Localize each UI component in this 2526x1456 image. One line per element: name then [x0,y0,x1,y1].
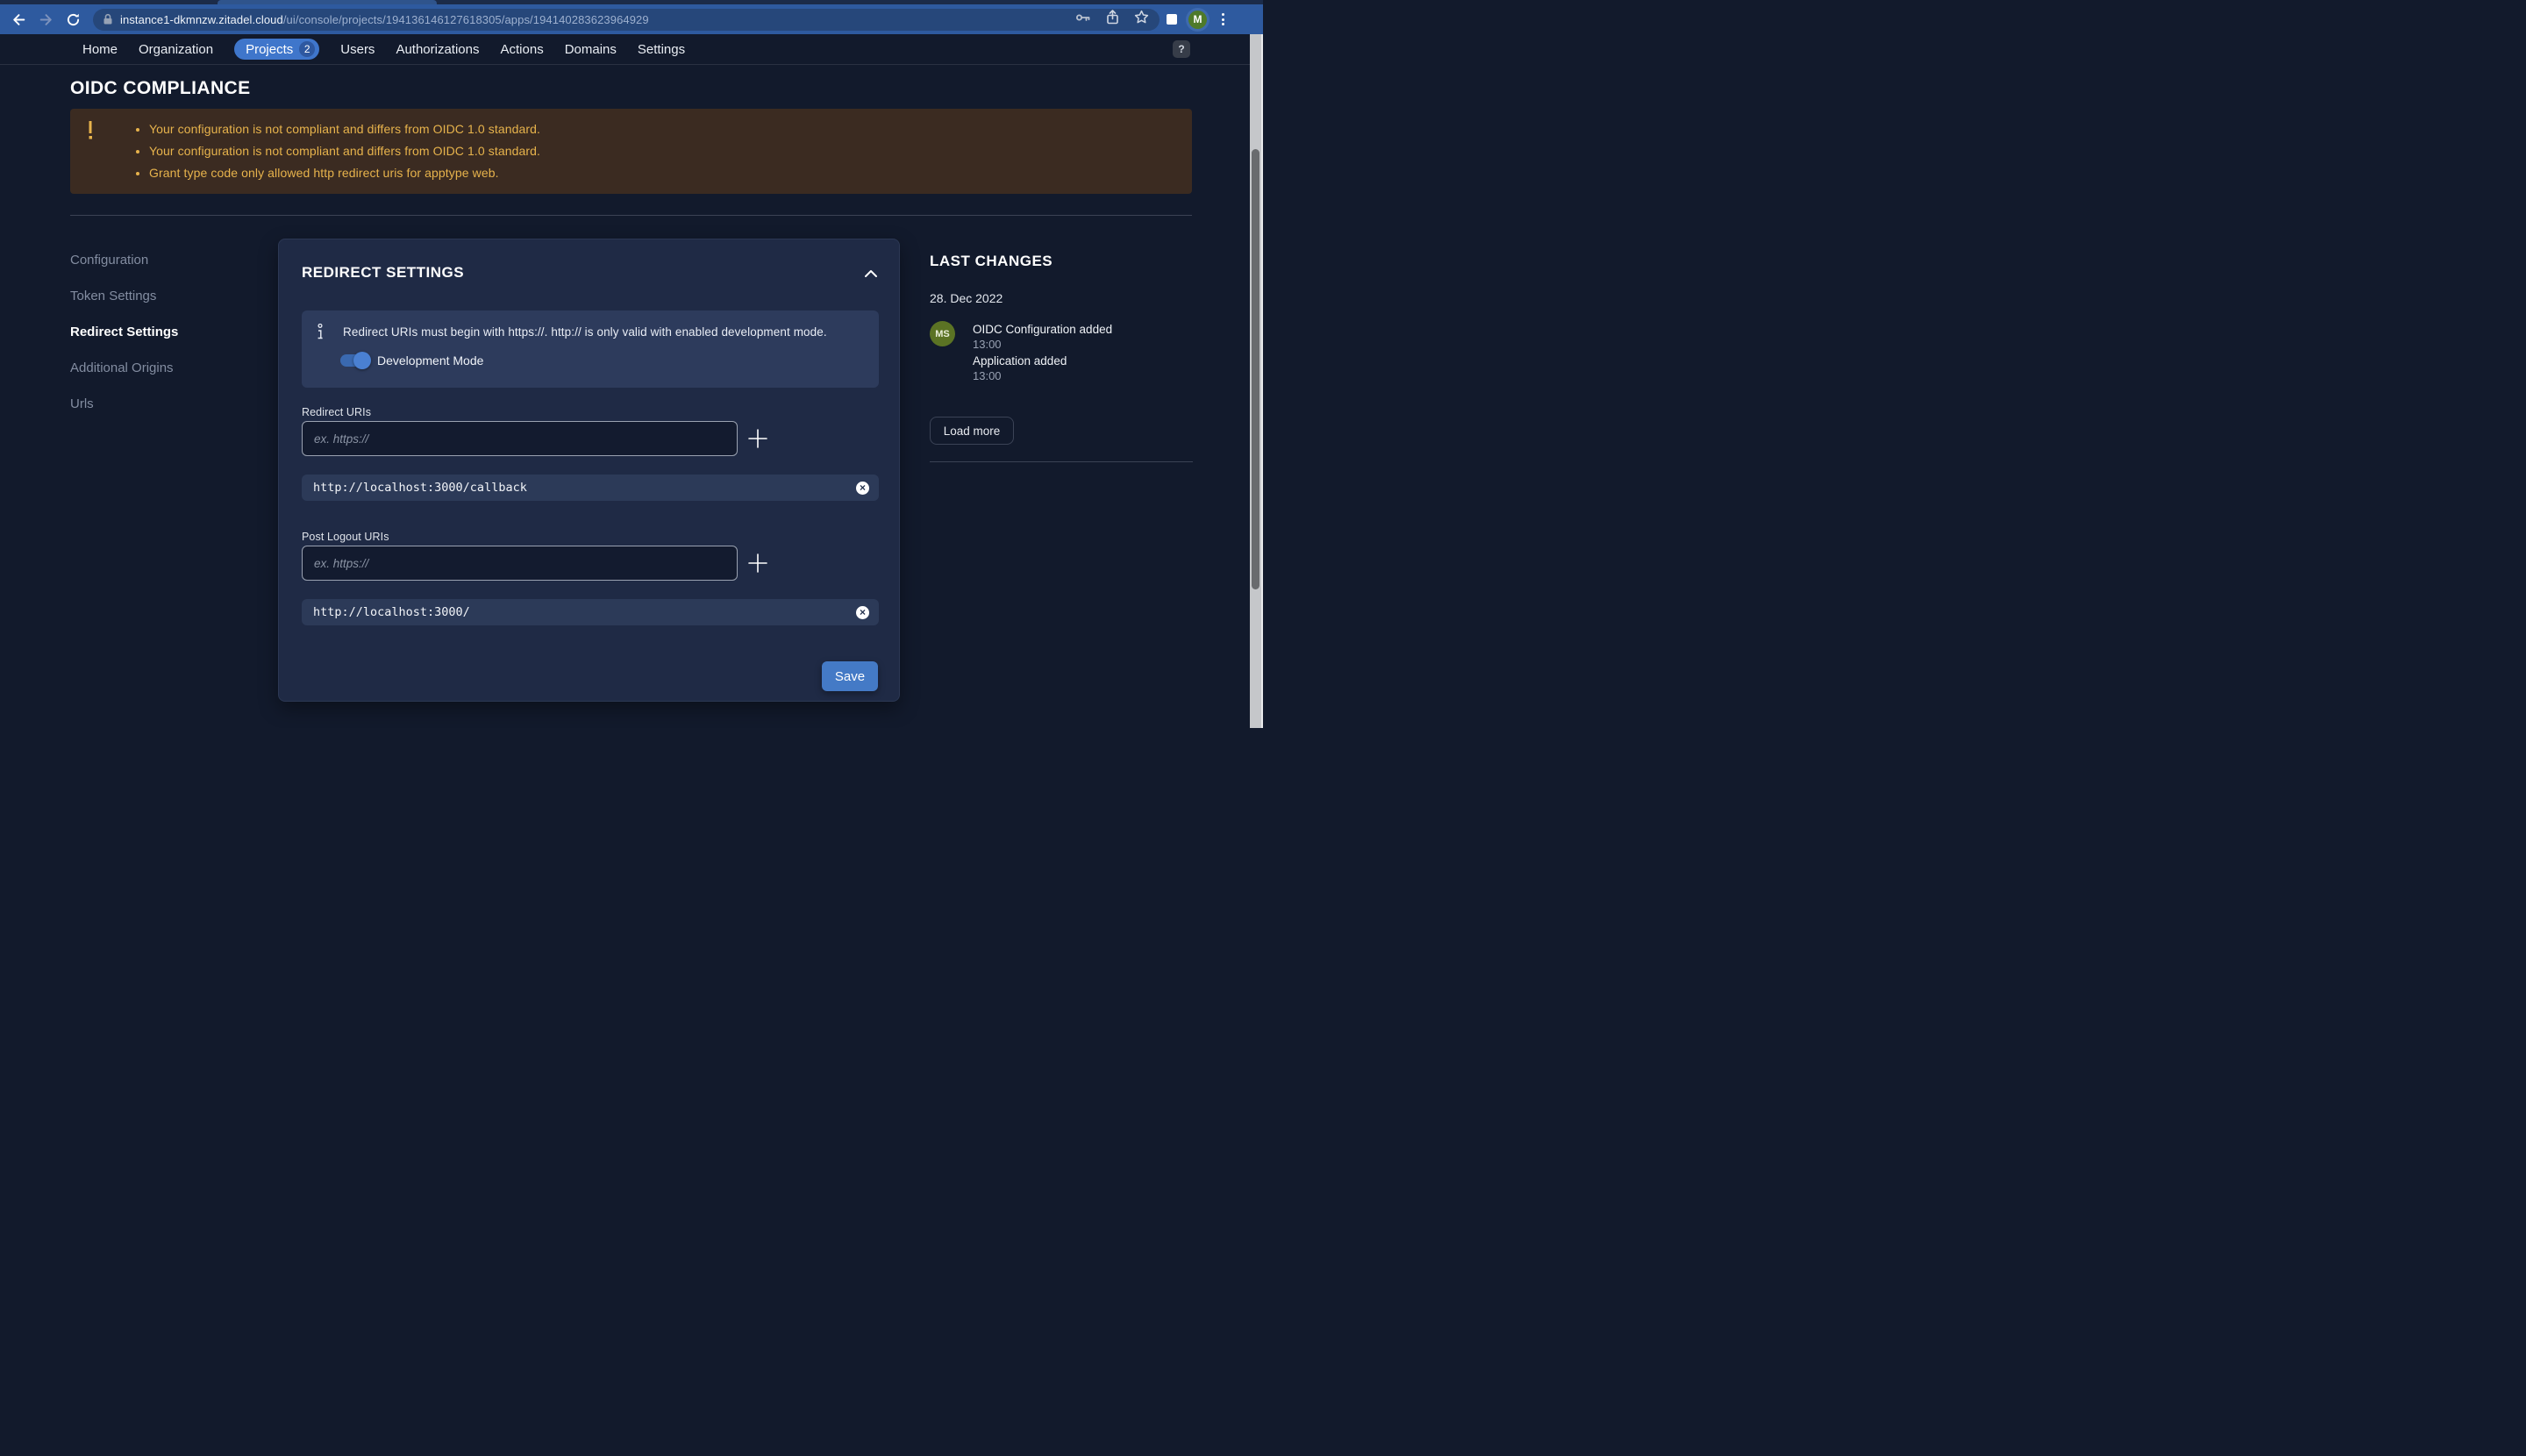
nav-item-settings[interactable]: Settings [638,42,685,57]
sidebar-item-additional-origins[interactable]: Additional Origins [70,360,174,375]
last-changes-date: 28. Dec 2022 [930,291,1003,305]
development-mode-label: Development Mode [377,353,484,368]
change-entry-title: OIDC Configuration added [973,323,1113,336]
sidebar-item-urls[interactable]: Urls [70,396,94,411]
avatar: MS [930,321,955,346]
warning-list: Your configuration is not compliant and … [149,118,540,184]
lock-icon [103,13,113,25]
back-icon[interactable] [11,12,26,27]
help-button[interactable]: ? [1173,40,1190,58]
remove-icon[interactable]: × [856,481,869,495]
menu-dots-icon[interactable] [1222,13,1224,25]
forward-icon[interactable] [39,12,54,27]
change-entry-time: 13:00 [973,338,1002,351]
side-panel-icon[interactable] [1167,14,1177,25]
compliance-warning-box: Your configuration is not compliant and … [70,109,1192,194]
app-nav: Home Organization Projects 2 Users Autho… [0,34,1263,65]
nav-item-domains[interactable]: Domains [565,42,617,57]
redirect-uri-value: http://localhost:3000/callback [313,481,527,495]
nav-item-authorizations[interactable]: Authorizations [396,42,479,57]
save-button[interactable]: Save [822,661,878,691]
dev-mode-info-box: Redirect URIs must begin with https://. … [302,310,879,388]
warning-item: Your configuration is not compliant and … [149,140,540,162]
chevron-up-icon[interactable] [864,267,878,282]
change-entry-title: Application added [973,354,1067,368]
url-bar[interactable]: instance1-dkmnzw.zitadel.cloud/ui/consol… [93,8,1160,31]
redirect-uri-input[interactable] [302,421,738,456]
key-icon[interactable] [1075,11,1091,28]
toggle-thumb [353,352,371,369]
sidebar-item-configuration[interactable]: Configuration [70,253,148,268]
scrollbar-edge [1261,34,1263,728]
load-more-button[interactable]: Load more [930,417,1014,445]
sidebar-item-token-settings[interactable]: Token Settings [70,289,156,303]
warning-item: Grant type code only allowed http redire… [149,162,540,184]
redirect-uri-chip: http://localhost:3000/callback × [302,475,879,501]
card-title: REDIRECT SETTINGS [302,264,465,281]
url-path: /ui/console/projects/194136146127618305/… [282,12,649,26]
share-icon[interactable] [1106,10,1119,29]
page-title: OIDC COMPLIANCE [70,78,251,98]
redirect-settings-card: REDIRECT SETTINGS Redirect URIs must beg… [278,239,900,702]
post-logout-uri-input[interactable] [302,546,738,581]
redirect-uris-label: Redirect URIs [302,406,372,418]
development-mode-toggle[interactable] [340,352,371,369]
add-redirect-uri-button[interactable] [747,428,768,449]
info-text: Redirect URIs must begin with https://. … [343,325,827,339]
warning-icon [85,120,96,141]
nav-item-home[interactable]: Home [82,42,118,57]
post-logout-uri-value: http://localhost:3000/ [313,605,470,619]
info-icon [317,323,324,346]
url-text: instance1-dkmnzw.zitadel.cloud/ui/consol… [120,13,649,26]
remove-icon[interactable]: × [856,605,869,619]
reload-icon[interactable] [66,12,81,27]
sidebar-item-redirect-settings[interactable]: Redirect Settings [70,325,178,339]
add-post-logout-uri-button[interactable] [747,553,768,574]
nav-item-organization[interactable]: Organization [139,42,213,57]
screen: instance1-dkmnzw.zitadel.cloud/ui/consol… [0,0,1263,728]
warning-item: Your configuration is not compliant and … [149,118,540,140]
url-domain: instance1-dkmnzw.zitadel.cloud [120,12,283,26]
divider [70,215,1192,216]
last-changes-title: LAST CHANGES [930,253,1053,269]
star-icon[interactable] [1134,10,1149,29]
projects-count-badge: 2 [299,41,316,57]
scrollbar-thumb[interactable] [1252,149,1259,589]
nav-item-users[interactable]: Users [340,42,375,57]
nav-item-actions[interactable]: Actions [501,42,544,57]
post-logout-uris-label: Post Logout URIs [302,531,389,543]
change-entry-time: 13:00 [973,369,1002,382]
divider [930,461,1193,462]
post-logout-uri-chip: http://localhost:3000/ × [302,599,879,625]
browser-toolbar: instance1-dkmnzw.zitadel.cloud/ui/consol… [0,4,1263,34]
nav-item-projects[interactable]: Projects 2 [234,39,320,60]
browser-avatar[interactable]: M [1188,10,1207,29]
